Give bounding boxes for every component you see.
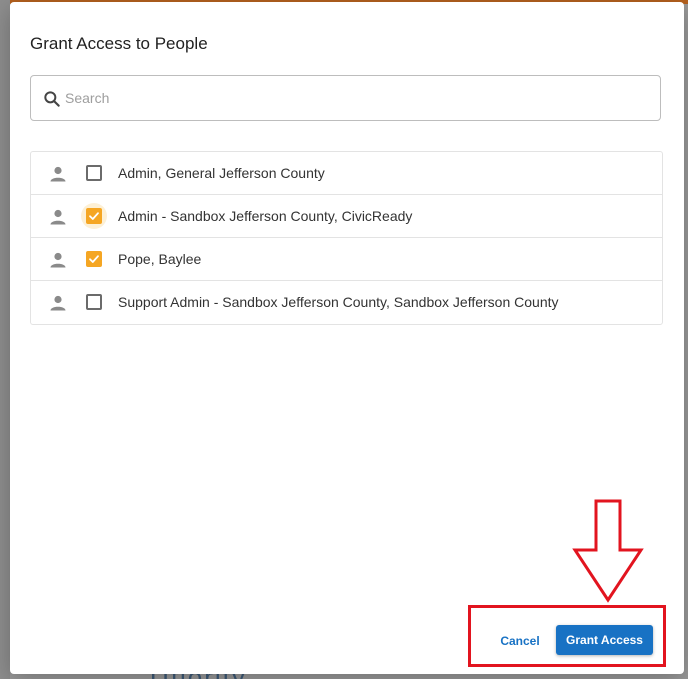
- person-checkbox[interactable]: [86, 208, 102, 224]
- people-list: Admin, General Jefferson County Admin - …: [30, 151, 663, 325]
- dialog-title: Grant Access to People: [30, 34, 208, 53]
- list-item[interactable]: Admin, General Jefferson County: [31, 152, 662, 195]
- person-checkbox[interactable]: [86, 165, 102, 181]
- person-name: Pope, Baylee: [118, 251, 202, 267]
- list-item[interactable]: Support Admin - Sandbox Jefferson County…: [31, 281, 662, 324]
- background-overlay: [0, 0, 10, 679]
- person-checkbox[interactable]: [86, 251, 102, 267]
- person-name: Support Admin - Sandbox Jefferson County…: [118, 294, 559, 310]
- list-item[interactable]: Admin - Sandbox Jefferson County, CivicR…: [31, 195, 662, 238]
- person-name: Admin, General Jefferson County: [118, 165, 325, 181]
- person-checkbox[interactable]: [86, 294, 102, 310]
- person-name: Admin - Sandbox Jefferson County, CivicR…: [118, 208, 413, 224]
- search-box[interactable]: [30, 75, 661, 121]
- cancel-button[interactable]: Cancel: [490, 625, 550, 657]
- checkbox-wrapper: [81, 160, 107, 186]
- checkbox-wrapper: [81, 203, 107, 229]
- grant-access-button[interactable]: Grant Access: [556, 625, 653, 655]
- person-icon: [49, 208, 67, 226]
- check-icon: [89, 212, 99, 220]
- person-icon: [49, 294, 67, 312]
- checkbox-wrapper: [81, 246, 107, 272]
- list-item[interactable]: Pope, Baylee: [31, 238, 662, 281]
- search-input[interactable]: [65, 76, 645, 120]
- search-icon: [42, 89, 62, 109]
- arrow-down-annotation-icon: [572, 499, 644, 603]
- person-icon: [49, 165, 67, 183]
- check-icon: [89, 255, 99, 263]
- person-icon: [49, 251, 67, 269]
- checkbox-wrapper: [81, 289, 107, 315]
